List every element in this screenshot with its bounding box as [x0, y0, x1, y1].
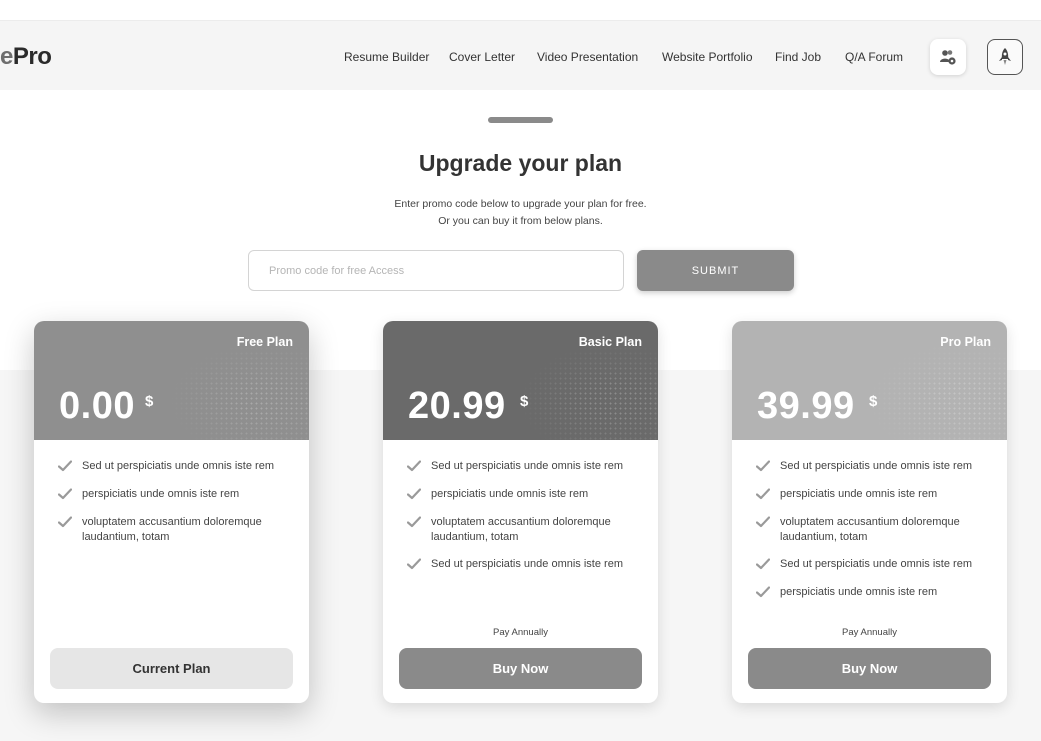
plan-card-basic: Basic Plan 20.99 $ Sed ut perspiciatis u…: [383, 321, 658, 703]
plan-currency: $: [145, 393, 154, 410]
check-icon: [407, 516, 421, 528]
plan-name: Basic Plan: [578, 335, 642, 349]
check-icon: [756, 558, 770, 570]
plan-name: Free Plan: [236, 335, 293, 349]
plan-card-pro: Pro Plan 39.99 $ Sed ut perspiciatis und…: [732, 321, 1007, 703]
check-icon: [58, 516, 72, 528]
users-settings-icon: [940, 50, 956, 65]
plan-price: 0.00: [59, 385, 135, 427]
plan-feature: Sed ut perspiciatis unde omnis iste rem: [732, 557, 1007, 587]
check-icon: [58, 488, 72, 500]
rocket-icon: [999, 48, 1011, 65]
rocket-button[interactable]: [987, 39, 1023, 75]
check-icon: [756, 586, 770, 598]
plan-feature: Sed ut perspiciatis unde omnis iste rem: [34, 459, 309, 489]
plan-currency: $: [869, 393, 878, 410]
plan-feature-text: perspiciatis unde omnis iste rem: [431, 488, 589, 500]
plan-feature-text: Sed ut perspiciatis unde omnis iste rem: [82, 460, 274, 472]
plan-price: 39.99: [757, 385, 855, 427]
plan-feature: perspiciatis unde omnis iste rem: [383, 487, 658, 517]
nav-link-website-portfolio[interactable]: Website Portfolio: [662, 50, 753, 64]
navbar: ePro Resume Builder Cover Letter Video P…: [0, 20, 1041, 90]
plan-feature-text: perspiciatis unde omnis iste rem: [780, 488, 938, 500]
buy-now-button-basic[interactable]: Buy Now: [399, 648, 642, 689]
plan-feature: voluptatem accusantium doloremque laudan…: [732, 515, 1007, 545]
nav-link-find-job[interactable]: Find Job: [775, 50, 821, 64]
plan-feature: Sed ut perspiciatis unde omnis iste rem: [732, 459, 1007, 489]
plan-card-free: Free Plan 0.00 $ Sed ut perspiciatis und…: [34, 321, 309, 703]
page-title: Upgrade your plan: [418, 150, 623, 176]
submit-button[interactable]: SUBMIT: [637, 250, 794, 291]
current-plan-button[interactable]: Current Plan: [50, 648, 293, 689]
billing-period-label: Pay Annually: [842, 627, 897, 638]
check-icon: [407, 488, 421, 500]
plan-feature-text: Sed ut perspiciatis unde omnis iste rem: [431, 460, 623, 472]
plan-feature: voluptatem accusantium doloremque laudan…: [383, 515, 658, 545]
nav-links: Resume Builder Cover Letter Video Presen…: [0, 50, 1041, 66]
decorative-dots: [518, 341, 658, 441]
check-icon: [756, 460, 770, 472]
plan-card-header: Free Plan 0.00 $: [34, 321, 309, 441]
plan-feature: voluptatem accusantium doloremque laudan…: [34, 515, 309, 545]
decorative-dots: [169, 341, 309, 441]
check-icon: [756, 516, 770, 528]
plan-feature: perspiciatis unde omnis iste rem: [732, 487, 1007, 517]
top-strip: [0, 0, 1041, 20]
decorative-dots: [867, 341, 1007, 441]
drag-handle[interactable]: [488, 117, 553, 123]
plan-feature-text: perspiciatis unde omnis iste rem: [82, 488, 240, 500]
nav-link-video-presentation[interactable]: Video Presentation: [537, 50, 638, 64]
plan-feature-text: perspiciatis unde omnis iste rem: [780, 586, 938, 598]
plan-price: 20.99: [408, 385, 506, 427]
promo-code-input[interactable]: [248, 250, 624, 291]
nav-link-resume-builder[interactable]: Resume Builder: [344, 50, 429, 64]
plan-card-header: Pro Plan 39.99 $: [732, 321, 1007, 441]
plan-feature-text: Sed ut perspiciatis unde omnis iste rem: [780, 558, 972, 570]
billing-period-label: Pay Annually: [493, 627, 548, 638]
page-subtitle-line1: Enter promo code below to upgrade your p…: [394, 198, 647, 210]
check-icon: [407, 558, 421, 570]
check-icon: [407, 460, 421, 472]
plan-feature-text: voluptatem accusantium doloremque laudan…: [780, 516, 960, 543]
check-icon: [756, 488, 770, 500]
nav-link-cover-letter[interactable]: Cover Letter: [449, 50, 515, 64]
plan-card-header: Basic Plan 20.99 $: [383, 321, 658, 441]
plan-feature: perspiciatis unde omnis iste rem: [34, 487, 309, 517]
plan-feature-text: voluptatem accusantium doloremque laudan…: [431, 516, 611, 543]
buy-now-button-pro[interactable]: Buy Now: [748, 648, 991, 689]
nav-link-qa-forum[interactable]: Q/A Forum: [845, 50, 903, 64]
page-subtitle-line2: Or you can buy it from below plans.: [438, 215, 603, 227]
plan-feature: perspiciatis unde omnis iste rem: [732, 585, 1007, 615]
plan-feature-text: Sed ut perspiciatis unde omnis iste rem: [431, 558, 623, 570]
check-icon: [58, 460, 72, 472]
plan-feature: Sed ut perspiciatis unde omnis iste rem: [383, 557, 658, 587]
plan-name: Pro Plan: [940, 335, 991, 349]
plan-feature-text: voluptatem accusantium doloremque laudan…: [82, 516, 262, 543]
plan-feature: Sed ut perspiciatis unde omnis iste rem: [383, 459, 658, 489]
plan-feature-text: Sed ut perspiciatis unde omnis iste rem: [780, 460, 972, 472]
users-settings-button[interactable]: [930, 39, 966, 75]
plan-currency: $: [520, 393, 529, 410]
